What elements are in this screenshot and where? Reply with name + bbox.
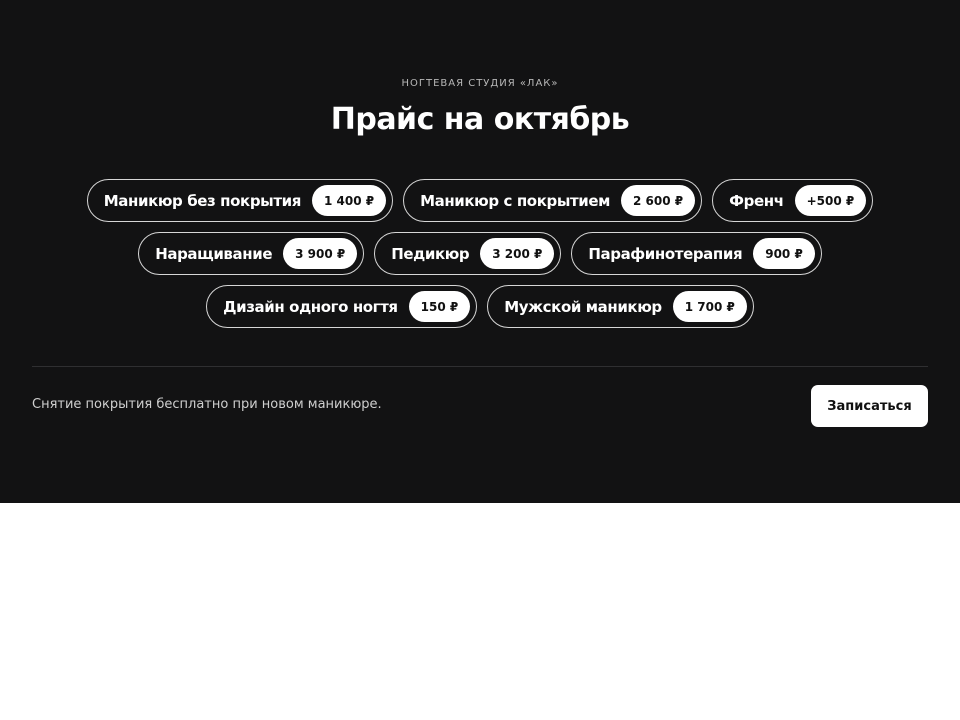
service-chip-nail-design[interactable]: Дизайн одного ногтя 150 ₽ (206, 285, 478, 328)
service-label: Педикюр (391, 244, 470, 263)
price-badge: 900 ₽ (753, 238, 815, 269)
services-list: Маникюр без покрытия 1 400 ₽ Маникюр с п… (32, 179, 928, 328)
service-label: Парафинотерапия (588, 244, 743, 263)
footer-note: Снятие покрытия бесплатно при новом мани… (32, 397, 382, 412)
studio-eyebrow: НОГТЕВАЯ СТУДИЯ «ЛАК» (401, 78, 559, 89)
price-badge: 2 600 ₽ (621, 185, 696, 216)
service-label: Маникюр без покрытия (103, 191, 302, 210)
price-panel: НОГТЕВАЯ СТУДИЯ «ЛАК» Прайс на октябрь М… (0, 0, 960, 503)
service-chip-manicure-no-coating[interactable]: Маникюр без покрытия 1 400 ₽ (86, 179, 394, 222)
service-chip-manicure-coating[interactable]: Маникюр с покрытием 2 600 ₽ (403, 179, 703, 222)
service-chip-extension[interactable]: Наращивание 3 900 ₽ (138, 232, 365, 275)
service-label: Френч (729, 191, 784, 210)
service-label: Маникюр с покрытием (420, 191, 611, 210)
book-button[interactable]: Записаться (811, 385, 928, 427)
price-badge: 3 200 ₽ (480, 238, 555, 269)
price-badge: 1 700 ₽ (672, 291, 747, 322)
service-chip-paraffin[interactable]: Парафинотерапия 900 ₽ (571, 232, 822, 275)
service-label: Наращивание (155, 244, 273, 263)
price-badge: 3 900 ₽ (283, 238, 358, 269)
service-label: Дизайн одного ногтя (223, 297, 398, 316)
service-chip-pedicure[interactable]: Педикюр 3 200 ₽ (374, 232, 562, 275)
price-badge: 150 ₽ (408, 291, 471, 322)
service-label: Мужской маникюр (504, 297, 662, 316)
divider (32, 366, 928, 367)
service-chip-french[interactable]: Френч +500 ₽ (712, 179, 874, 222)
page-title: Прайс на октябрь (330, 102, 630, 137)
price-badge: 1 400 ₽ (311, 185, 387, 216)
service-chip-mens-manicure[interactable]: Мужской маникюр 1 700 ₽ (487, 285, 754, 328)
price-badge: +500 ₽ (794, 185, 867, 216)
